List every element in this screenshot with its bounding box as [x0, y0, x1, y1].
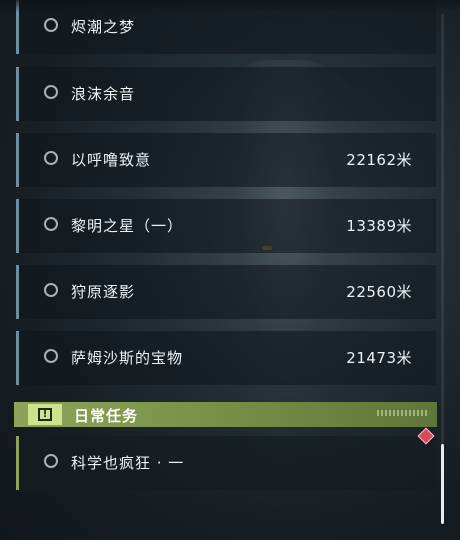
scrollbar-thumb[interactable]	[441, 444, 444, 524]
quest-distance: 22560米	[346, 283, 412, 301]
quest-distance: 22162米	[346, 151, 412, 169]
top-fade	[0, 0, 460, 12]
quest-list: 烬潮之梦 浪沫余音 以呼噜致意 22162米 黎明之星（一） 13389米 狩原…	[0, 0, 460, 540]
circle-icon	[44, 85, 58, 99]
header-decoration	[377, 410, 429, 416]
quest-distance: 21473米	[346, 349, 412, 367]
circle-icon	[44, 283, 58, 297]
quest-name: 黎明之星（一）	[71, 217, 184, 235]
quest-name: 科学也疯狂 · 一	[71, 454, 185, 472]
daily-section-header[interactable]: ! 日常任务	[14, 402, 437, 427]
quest-name: 以呼噜致意	[71, 151, 152, 169]
circle-icon	[44, 151, 58, 165]
circle-icon	[44, 217, 58, 231]
daily-quest-item[interactable]: 科学也疯狂 · 一	[16, 436, 436, 490]
quest-item[interactable]: 黎明之星（一） 13389米	[16, 199, 436, 253]
quest-item[interactable]: 狩原逐影 22560米	[16, 265, 436, 319]
quest-name: 狩原逐影	[71, 283, 136, 301]
circle-icon	[44, 454, 58, 468]
daily-section-title: 日常任务	[74, 407, 139, 425]
exclamation-icon: !	[28, 404, 62, 425]
quest-name: 浪沫余音	[71, 85, 136, 103]
quest-item[interactable]: 萨姆沙斯的宝物 21473米	[16, 331, 436, 385]
circle-icon	[44, 18, 58, 32]
quest-name: 烬潮之梦	[71, 18, 136, 36]
quest-name: 萨姆沙斯的宝物	[71, 349, 184, 367]
quest-item[interactable]: 浪沫余音	[16, 67, 436, 121]
quest-item[interactable]: 以呼噜致意 22162米	[16, 133, 436, 187]
circle-icon	[44, 349, 58, 363]
quest-distance: 13389米	[346, 217, 412, 235]
